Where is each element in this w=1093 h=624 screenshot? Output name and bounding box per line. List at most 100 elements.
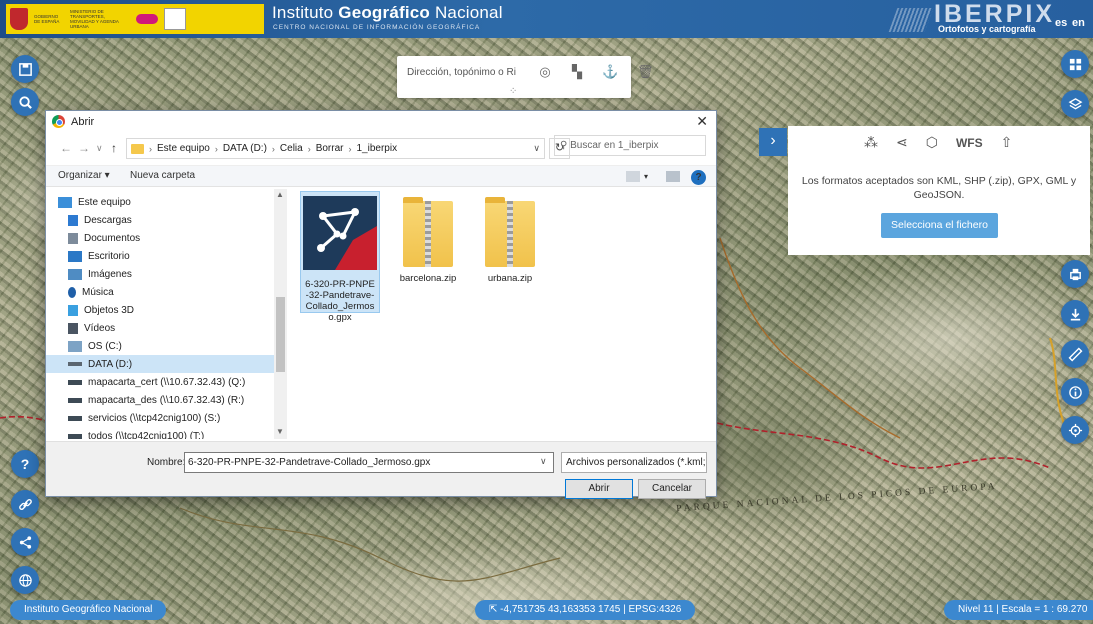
link-icon	[18, 498, 32, 510]
filename-area: Nombre: 6-320-PR-PNPE-32-Pandetrave-Coll…	[46, 441, 716, 499]
filetype-select[interactable]: Archivos personalizados (*.kml; ∨	[561, 452, 707, 473]
chevron-down-icon[interactable]: ∨	[540, 456, 547, 467]
tree-item-network-drive-q[interactable]: mapacarta_cert (\\10.67.32.43) (Q:)	[68, 373, 245, 391]
breadcrumb-item[interactable]: Borrar	[316, 143, 344, 154]
tree-item-imagenes[interactable]: Imágenes	[68, 265, 132, 283]
tree-item-videos[interactable]: Vídeos	[68, 319, 115, 337]
tree-item-este-equipo[interactable]: Este equipo	[58, 193, 131, 211]
tree-item-data-d[interactable]: DATA (D:)	[46, 355, 274, 373]
drive-icon	[68, 340, 82, 352]
folder-icon	[131, 143, 144, 154]
lang-es-link[interactable]: es	[1055, 17, 1067, 29]
print-button[interactable]	[1061, 260, 1089, 288]
tree-item-descargas[interactable]: Descargas	[68, 211, 132, 229]
share-nodes-icon[interactable]: ⋖	[896, 134, 908, 151]
share-button[interactable]	[11, 528, 39, 556]
file-name: barcelona.zip	[399, 273, 457, 284]
tree-item-escritorio[interactable]: Escritorio	[68, 247, 130, 265]
scroll-up-icon[interactable]: ▲	[276, 190, 284, 199]
tree-item-musica[interactable]: Música	[68, 283, 114, 301]
open-file-dialog: Abrir ✕ ← → ∨ ↑ › Este equipo › DATA (D:…	[45, 110, 717, 499]
measure-button[interactable]	[1061, 340, 1089, 368]
file-name: urbana.zip	[487, 273, 533, 284]
layers-icon	[1068, 97, 1082, 109]
tree-item-network-drive-s[interactable]: servicios (\\tcp42cnig100) (S:)	[68, 409, 220, 427]
layers-tool-icon[interactable]: ▚	[569, 64, 585, 80]
magnifier-icon	[18, 95, 32, 109]
panel-collapse-button[interactable]: ›	[759, 128, 787, 156]
music-note-icon	[68, 286, 76, 298]
filename-input[interactable]: 6-320-PR-PNPE-32-Pandetrave-Collado_Jerm…	[184, 452, 554, 473]
spain-shield-icon	[10, 8, 28, 30]
lang-en-link[interactable]: en	[1072, 17, 1085, 29]
folder-search-input[interactable]: ⚲ Buscar en 1_iberpix	[554, 135, 706, 156]
desktop-icon	[68, 250, 82, 262]
preview-pane-icon[interactable]	[666, 171, 680, 182]
view-chevron-icon[interactable]: ▾	[644, 172, 648, 181]
tree-item-documentos[interactable]: Documentos	[68, 229, 140, 247]
back-arrow-icon[interactable]: ←	[60, 141, 72, 155]
select-file-button[interactable]: Selecciona el fichero	[881, 213, 998, 238]
help-icon[interactable]: ?	[691, 170, 706, 185]
breadcrumb-item[interactable]: Este equipo	[157, 143, 210, 154]
scroll-down-icon[interactable]: ▼	[276, 427, 284, 436]
pictures-icon	[68, 268, 82, 280]
info-button[interactable]	[1061, 378, 1089, 406]
tab-wfs[interactable]: WFS	[956, 136, 983, 150]
open-button[interactable]: Abrir	[565, 479, 633, 499]
import-panel: ⁂ ⋖ ⬡ WFS ⇧ Los formatos aceptados son K…	[788, 126, 1090, 255]
file-item[interactable]: barcelona.zip	[388, 191, 468, 313]
tree-item-network-drive-t[interactable]: todos (\\tcp42cnig100) (T:)	[68, 427, 204, 439]
formats-message: Los formatos aceptados son KML, SHP (.zi…	[801, 175, 1077, 201]
tree-item-os-c[interactable]: OS (C:)	[68, 337, 122, 355]
upload-icon[interactable]: ⇧	[1001, 134, 1013, 151]
new-folder-button[interactable]: Nueva carpeta	[130, 170, 195, 181]
ruler-icon	[1068, 347, 1082, 361]
app-subtitle: Ortofotos y cartografía	[938, 24, 1036, 34]
hexagon-icon[interactable]: ⬡	[926, 134, 938, 151]
zip-folder-icon	[403, 197, 453, 267]
forward-arrow-icon[interactable]: →	[78, 141, 90, 155]
close-button[interactable]: ✕	[696, 113, 708, 130]
locate-button[interactable]	[1061, 416, 1089, 444]
cancel-button[interactable]: Cancelar	[638, 479, 706, 499]
tree-item-network-drive-r[interactable]: mapacarta_des (\\10.67.32.43) (R:)	[68, 391, 244, 409]
trash-icon[interactable]: 🗑	[637, 64, 654, 80]
top-header: GOBIERNO DE ESPAÑA MINISTERIO DE TRANSPO…	[0, 0, 1093, 38]
up-arrow-icon[interactable]: ↑	[111, 141, 117, 155]
apps-button[interactable]	[1061, 50, 1089, 78]
import-format-tabs: ⁂ ⋖ ⬡ WFS ⇧	[864, 134, 1012, 151]
network-drive-icon	[68, 433, 82, 439]
tree-scrollbar[interactable]: ▲ ▼	[274, 189, 287, 439]
network-drive-icon	[68, 379, 82, 385]
breadcrumb-item[interactable]: DATA (D:)	[223, 143, 267, 154]
search-button[interactable]	[11, 88, 39, 116]
globe-icon[interactable]: ◎	[537, 64, 553, 80]
help-button[interactable]: ?	[11, 450, 39, 478]
tree-item-objetos-3d[interactable]: Objetos 3D	[68, 301, 134, 319]
view-options-icon[interactable]	[626, 171, 640, 182]
scrollbar-thumb[interactable]	[276, 297, 285, 372]
recent-chevron-icon[interactable]: ∨	[96, 143, 103, 154]
globe-button[interactable]	[11, 566, 39, 594]
points-icon[interactable]: ⁂	[864, 134, 878, 151]
pin-icon[interactable]: ⚓	[602, 64, 618, 80]
link-button[interactable]	[11, 490, 39, 518]
chrome-icon	[52, 115, 65, 128]
save-icon	[18, 62, 32, 76]
ign-footer-link[interactable]: Instituto Geográfico Nacional	[10, 600, 167, 620]
organize-menu[interactable]: Organizar ▾	[58, 170, 110, 181]
file-item[interactable]: urbana.zip	[470, 191, 550, 313]
printer-icon	[1069, 268, 1081, 280]
layers-button[interactable]	[1061, 90, 1089, 118]
download-button[interactable]	[1061, 300, 1089, 328]
chevron-down-icon[interactable]: ∨	[533, 143, 540, 154]
save-map-button[interactable]	[11, 55, 39, 83]
search-input[interactable]: Dirección, topónimo o Ri	[407, 67, 524, 78]
question-icon: ?	[20, 456, 30, 472]
breadcrumb-item[interactable]: Celia	[280, 143, 303, 154]
breadcrumb-item[interactable]: 1_iberpix	[357, 143, 398, 154]
file-item[interactable]: 6-320-PR-PNPE-32-Pandetrave-Collado_Jerm…	[300, 191, 380, 323]
address-bar[interactable]: › Este equipo › DATA (D:) › Celia › Borr…	[126, 138, 545, 159]
coordinates-readout: ⇱ -4,751735 43,163353 1745 | EPSG:4326	[475, 600, 696, 620]
